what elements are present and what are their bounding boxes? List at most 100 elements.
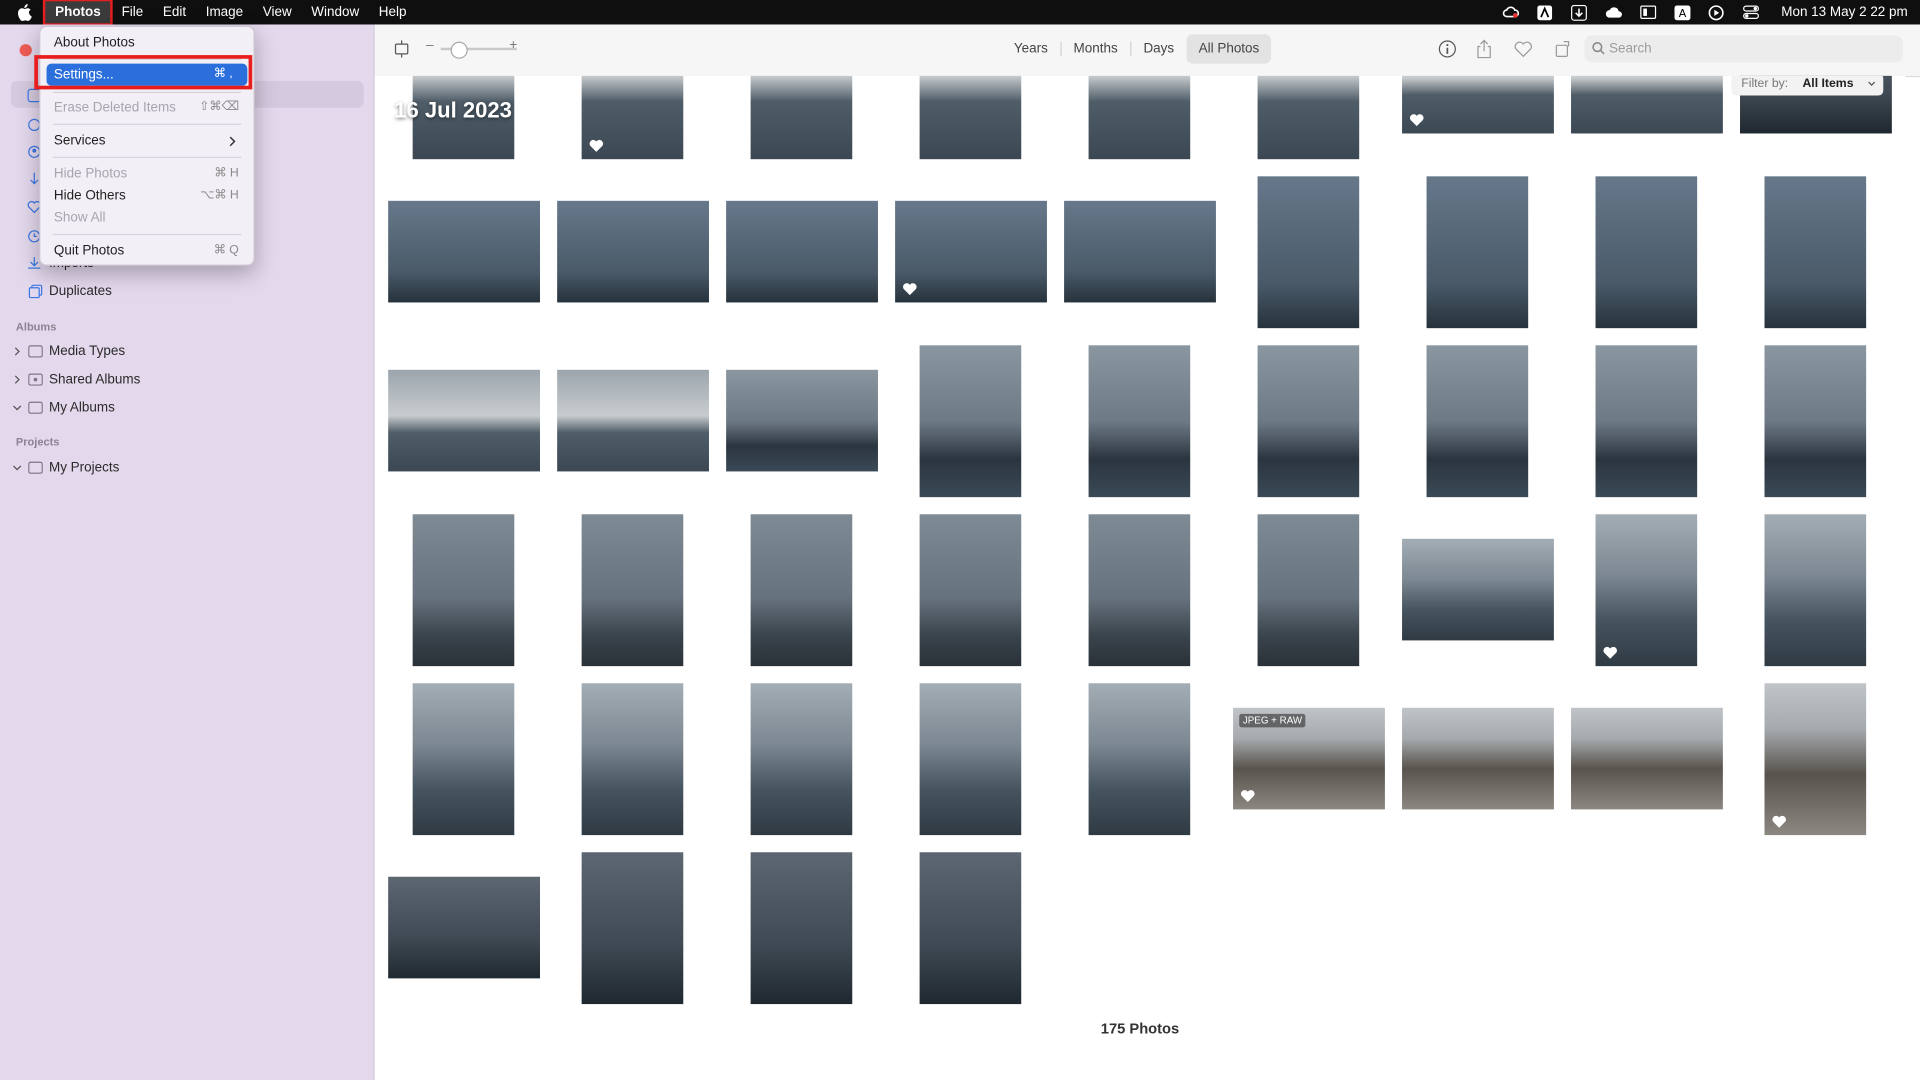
photo-thumbnail[interactable]	[1088, 345, 1191, 498]
creative-cloud-icon[interactable]	[1502, 4, 1519, 21]
photo-thumbnail[interactable]	[919, 345, 1022, 498]
sidebar-item-my-albums[interactable]: My Albums	[49, 400, 115, 415]
photo-thumbnail[interactable]	[581, 514, 684, 667]
photo-thumbnail[interactable]	[919, 683, 1022, 836]
control-center-icon[interactable]	[1742, 4, 1759, 21]
photo-count: 175 Photos	[1100, 1020, 1180, 1038]
tab-months[interactable]: Months	[1061, 34, 1130, 63]
photo-thumbnail[interactable]	[1088, 514, 1191, 667]
sidebar-item-media-types[interactable]: Media Types	[49, 344, 125, 359]
chevron-right-icon[interactable]	[12, 347, 22, 357]
menu-item-quit[interactable]: Quit Photos ⌘ Q	[40, 240, 253, 262]
photo-thumbnail[interactable]	[895, 200, 1047, 303]
menu-view[interactable]: View	[253, 0, 302, 24]
photo-thumbnail[interactable]	[1595, 176, 1698, 329]
sidebar-item-shared-albums[interactable]: Shared Albums	[49, 372, 140, 387]
photo-thumbnail[interactable]	[750, 514, 853, 667]
menu-item-about[interactable]: About Photos	[40, 32, 253, 54]
photo-thumbnail[interactable]	[581, 683, 684, 836]
sidebar-item-duplicates[interactable]: Duplicates	[49, 284, 112, 299]
play-circle-icon[interactable]	[1708, 4, 1725, 21]
rotate-photo-icon[interactable]	[1553, 39, 1573, 59]
photo-thumbnail[interactable]	[919, 852, 1022, 1005]
zoom-slider-knob[interactable]	[450, 41, 468, 59]
photo-thumbnail[interactable]	[388, 369, 541, 472]
photo-thumbnail[interactable]: JPEG + RAW	[1233, 707, 1385, 810]
download-icon[interactable]	[1571, 4, 1588, 21]
photo-thumbnail[interactable]	[1088, 683, 1191, 836]
rotate-icon[interactable]	[392, 39, 412, 59]
photo-thumbnail[interactable]	[1595, 514, 1698, 667]
tab-years[interactable]: Years	[1002, 34, 1060, 63]
folder-icon	[28, 461, 43, 474]
menu-photos[interactable]: Photos	[42, 0, 114, 26]
chevron-down-icon[interactable]	[12, 463, 22, 473]
photo-thumbnail[interactable]	[1064, 200, 1216, 303]
projects-header: Projects	[15, 435, 60, 449]
zoom-in-button[interactable]: +	[509, 38, 517, 53]
menubar-clock[interactable]: Mon 13 May 2 22 pm	[1781, 5, 1908, 20]
menu-item-services[interactable]: Services	[40, 130, 253, 152]
menu-item-label: About Photos	[53, 35, 135, 51]
photo-thumbnail[interactable]	[388, 200, 541, 303]
menu-item-hide-others[interactable]: Hide Others ⌥⌘ H	[40, 185, 253, 207]
photo-thumbnail[interactable]	[581, 75, 684, 160]
zoom-out-button[interactable]: –	[426, 38, 434, 53]
sidebar-item-my-projects[interactable]: My Projects	[49, 460, 119, 475]
photo-thumbnail[interactable]	[1426, 345, 1529, 498]
menu-image[interactable]: Image	[196, 0, 253, 24]
photo-thumbnail[interactable]	[1571, 707, 1723, 810]
search-placeholder: Search	[1608, 41, 1652, 57]
heart-icon[interactable]	[1513, 39, 1533, 59]
photo-thumbnail[interactable]	[388, 876, 541, 979]
photo-thumbnail[interactable]	[1764, 176, 1867, 329]
photo-thumbnail[interactable]	[919, 514, 1022, 667]
photo-thumbnail[interactable]	[1402, 707, 1554, 810]
photo-thumbnail[interactable]	[1088, 75, 1191, 160]
search-field[interactable]: Search	[1584, 35, 1903, 63]
photo-thumbnail[interactable]	[1595, 345, 1698, 498]
chevron-right-icon[interactable]	[12, 375, 22, 385]
photo-thumbnail[interactable]	[750, 852, 853, 1005]
photo-thumbnail[interactable]	[726, 200, 878, 303]
filter-dropdown[interactable]: Filter by: All Items	[1731, 75, 1884, 96]
photo-thumbnail[interactable]	[1764, 345, 1867, 498]
photo-thumbnail[interactable]	[581, 852, 684, 1005]
photo-thumbnail[interactable]	[1764, 683, 1867, 836]
photo-thumbnail[interactable]	[1426, 176, 1529, 329]
chevron-down-icon[interactable]	[12, 403, 22, 413]
photo-thumbnail[interactable]	[1402, 538, 1554, 641]
close-window-button[interactable]	[19, 44, 32, 57]
photo-thumbnail[interactable]	[557, 369, 709, 472]
photo-thumbnail[interactable]	[1402, 75, 1554, 134]
a-box-icon[interactable]	[1536, 4, 1553, 21]
photo-thumbnail[interactable]	[919, 75, 1022, 160]
menu-separator	[52, 156, 242, 158]
photo-thumbnail[interactable]	[412, 514, 515, 667]
photo-thumbnail[interactable]	[1257, 514, 1360, 667]
menu-file[interactable]: File	[112, 0, 153, 24]
screen-mirror-icon[interactable]	[1639, 4, 1656, 21]
photo-thumbnail[interactable]	[1257, 75, 1360, 160]
tab-all-photos[interactable]: All Photos	[1186, 34, 1272, 64]
photo-thumbnail[interactable]	[750, 683, 853, 836]
photo-thumbnail[interactable]	[726, 369, 878, 472]
photo-thumbnail[interactable]	[1257, 345, 1360, 498]
menu-help[interactable]: Help	[369, 0, 416, 24]
keyboard-a-icon[interactable]: A	[1673, 4, 1691, 21]
photo-thumbnail[interactable]	[750, 75, 853, 160]
apple-logo-icon[interactable]	[17, 0, 34, 24]
menu-window[interactable]: Window	[301, 0, 369, 24]
photo-thumbnail[interactable]	[412, 683, 515, 836]
photo-thumbnail[interactable]	[1571, 75, 1723, 134]
chevron-down-icon	[1868, 81, 1876, 86]
tab-days[interactable]: Days	[1131, 34, 1186, 63]
photo-thumbnail[interactable]	[1764, 514, 1867, 667]
duplicates-icon	[28, 284, 43, 299]
share-icon[interactable]	[1474, 39, 1494, 59]
photo-thumbnail[interactable]	[557, 200, 709, 303]
menu-edit[interactable]: Edit	[153, 0, 196, 24]
info-icon[interactable]	[1438, 39, 1458, 59]
cloud-icon[interactable]	[1605, 4, 1622, 21]
photo-thumbnail[interactable]	[1257, 176, 1360, 329]
